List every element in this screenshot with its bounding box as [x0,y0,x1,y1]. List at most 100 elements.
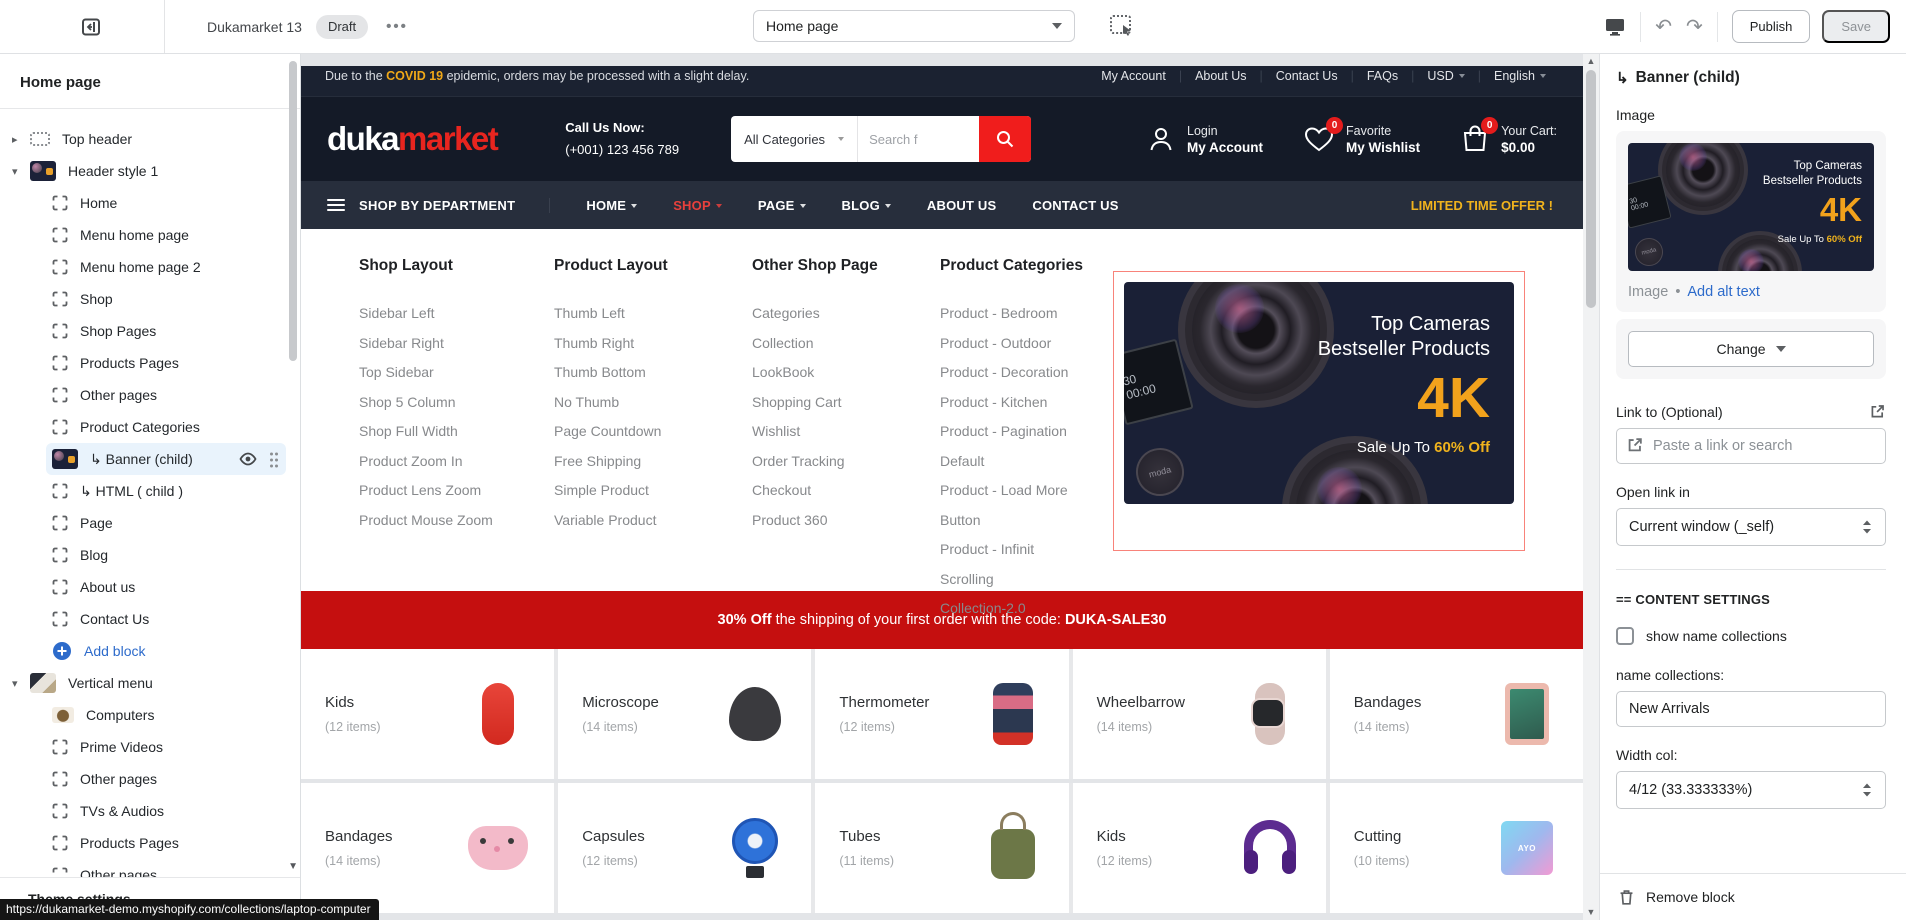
sidebar-item-blog[interactable]: Blog [0,539,286,571]
nav-item-blog[interactable]: BLOG [842,198,891,213]
caret-right-icon[interactable]: ▸ [12,133,30,146]
sidebar-item-menu-home-page-2[interactable]: Menu home page 2 [0,251,286,283]
sidebar-item-other-pages[interactable]: Other pages [0,859,286,878]
mega-link-top-sidebar[interactable]: Top Sidebar [359,358,534,388]
mega-link-product-360[interactable]: Product 360 [752,506,920,536]
name-collections-input[interactable] [1616,691,1886,727]
wishlist-widget[interactable]: 0 FavoriteMy Wishlist [1303,124,1420,155]
sidebar-scrollbar-thumb[interactable] [289,61,297,361]
sidebar-scroll-down-arrow[interactable]: ▼ [288,861,298,872]
mega-link-product-infinit-scrolling[interactable]: Product - Infinit Scrolling [940,535,1088,594]
store-logo[interactable]: dukamarket [327,120,497,158]
page-selector-dropdown[interactable]: Home page [753,10,1075,42]
mega-link-collection[interactable]: Collection [752,329,920,359]
external-link-icon[interactable] [1869,403,1886,420]
sidebar-item-other-pages[interactable]: Other pages [0,763,286,795]
search-button[interactable] [979,116,1031,162]
category-card-bandages[interactable]: Bandages(14 items) [1330,649,1583,779]
mega-link-product-pagination-default[interactable]: Product - Pagination Default [940,417,1088,476]
mega-link-product-mouse-zoom[interactable]: Product Mouse Zoom [359,506,534,536]
sidebar-item-html-child[interactable]: ↳ HTML ( child ) [0,475,286,507]
open-link-select[interactable]: Current window (_self) [1616,508,1886,546]
width-col-select[interactable]: 4/12 (33.333333%) [1616,771,1886,809]
nav-item-home[interactable]: HOME [586,198,637,213]
desktop-preview-icon[interactable] [1604,17,1626,37]
sidebar-item-shop-pages[interactable]: Shop Pages [0,315,286,347]
publish-button[interactable]: Publish [1732,10,1811,43]
category-card-bandages[interactable]: Bandages(14 items) [301,783,554,913]
sidebar-item-other-pages[interactable]: Other pages [0,379,286,411]
limited-offer-link[interactable]: LIMITED TIME OFFER ! [1411,198,1557,213]
mega-link-order-tracking[interactable]: Order Tracking [752,447,920,477]
category-card-thermometer[interactable]: Thermometer(12 items) [815,649,1068,779]
notice-link-my-account[interactable]: My Account [1088,69,1179,83]
exit-editor-button[interactable] [76,12,106,42]
change-image-button[interactable]: Change [1628,331,1874,367]
mega-link-sidebar-left[interactable]: Sidebar Left [359,299,534,329]
notice-link-faqs[interactable]: FAQs [1354,69,1411,83]
sidebar-item-product-categories[interactable]: Product Categories [0,411,286,443]
mega-link-wishlist[interactable]: Wishlist [752,417,920,447]
image-thumbnail[interactable]: 30 00:00 moda Top Cameras Bestseller Pro… [1628,143,1874,271]
sidebar-item-home[interactable]: Home [0,187,286,219]
store-search-input[interactable] [858,132,979,147]
search-category-dropdown[interactable]: All Categories [731,116,858,162]
mega-link-product-load-more-button[interactable]: Product - Load More Button [940,476,1088,535]
mega-link-shopping-cart[interactable]: Shopping Cart [752,388,920,418]
nav-item-about-us[interactable]: ABOUT US [927,198,997,213]
sidebar-item-top-header[interactable]: ▸Top header [0,123,286,155]
mega-link-thumb-right[interactable]: Thumb Right [554,329,732,359]
mega-link-shop-full-width[interactable]: Shop Full Width [359,417,534,447]
sidebar-item-shop[interactable]: Shop [0,283,286,315]
nav-item-page[interactable]: PAGE [758,198,806,213]
nav-item-contact-us[interactable]: CONTACT US [1032,198,1118,213]
sidebar-item-about-us[interactable]: About us [0,571,286,603]
add-alt-text-link[interactable]: Add alt text [1687,284,1760,300]
sidebar-item-contact-us[interactable]: Contact Us [0,603,286,635]
caret-down-icon[interactable]: ▾ [12,165,30,178]
selected-banner-block[interactable]: 30 00:00 moda Top Cameras Bestseller Pro… [1113,271,1525,551]
shop-by-department-button[interactable]: SHOP BY DEPARTMENT [327,198,550,213]
scroll-down-arrow[interactable]: ▼ [1583,907,1599,917]
mega-link-free-shipping[interactable]: Free Shipping [554,447,732,477]
mega-link-no-thumb[interactable]: No Thumb [554,388,732,418]
sidebar-item-tvs-audios[interactable]: TVs & Audios [0,795,286,827]
notice-link-about-us[interactable]: About Us [1182,69,1259,83]
category-card-wheelbarrow[interactable]: Wheelbarrow(14 items) [1073,649,1326,779]
sidebar-item-vertical-menu[interactable]: ▾Vertical menu [0,667,286,699]
category-card-kids[interactable]: Kids(12 items) [301,649,554,779]
notice-link-english[interactable]: English [1481,69,1559,83]
remove-block-button[interactable]: Remove block [1600,873,1906,920]
category-card-kids[interactable]: Kids(12 items) [1073,783,1326,913]
category-card-tubes[interactable]: Tubes(11 items) [815,783,1068,913]
save-button[interactable]: Save [1822,10,1890,43]
mega-link-thumb-left[interactable]: Thumb Left [554,299,732,329]
sidebar-item-header-style-1[interactable]: ▾Header style 1 [0,155,286,187]
sidebar-item-banner-child[interactable]: ↳ Banner (child) [46,443,286,475]
mega-link-simple-product[interactable]: Simple Product [554,476,732,506]
sidebar-item-products-pages[interactable]: Products Pages [0,827,286,859]
mega-link-shop-5-column[interactable]: Shop 5 Column [359,388,534,418]
more-options-button[interactable]: ••• [386,18,408,35]
sidebar-item-menu-home-page[interactable]: Menu home page [0,219,286,251]
mega-link-lookbook[interactable]: LookBook [752,358,920,388]
mega-link-product-zoom-in[interactable]: Product Zoom In [359,447,534,477]
sidebar-item-page[interactable]: Page [0,507,286,539]
mega-link-sidebar-right[interactable]: Sidebar Right [359,329,534,359]
mega-link-product-decoration[interactable]: Product - Decoration [940,358,1088,388]
redo-icon[interactable]: ↷ [1686,17,1703,37]
mega-link-categories[interactable]: Categories [752,299,920,329]
sidebar-item-prime-videos[interactable]: Prime Videos [0,731,286,763]
link-search-input[interactable] [1616,428,1886,464]
mega-link-variable-product[interactable]: Variable Product [554,506,732,536]
mega-link-product-lens-zoom[interactable]: Product Lens Zoom [359,476,534,506]
category-card-microscope[interactable]: Microscope(14 items) [558,649,811,779]
category-card-capsules[interactable]: Capsules(12 items) [558,783,811,913]
mega-link-checkout[interactable]: Checkout [752,476,920,506]
undo-icon[interactable]: ↶ [1655,17,1672,37]
show-name-collections-checkbox[interactable] [1616,627,1634,645]
drag-handle-icon[interactable] [268,451,280,469]
mega-link-thumb-bottom[interactable]: Thumb Bottom [554,358,732,388]
sidebar-item-products-pages[interactable]: Products Pages [0,347,286,379]
mega-link-page-countdown[interactable]: Page Countdown [554,417,732,447]
